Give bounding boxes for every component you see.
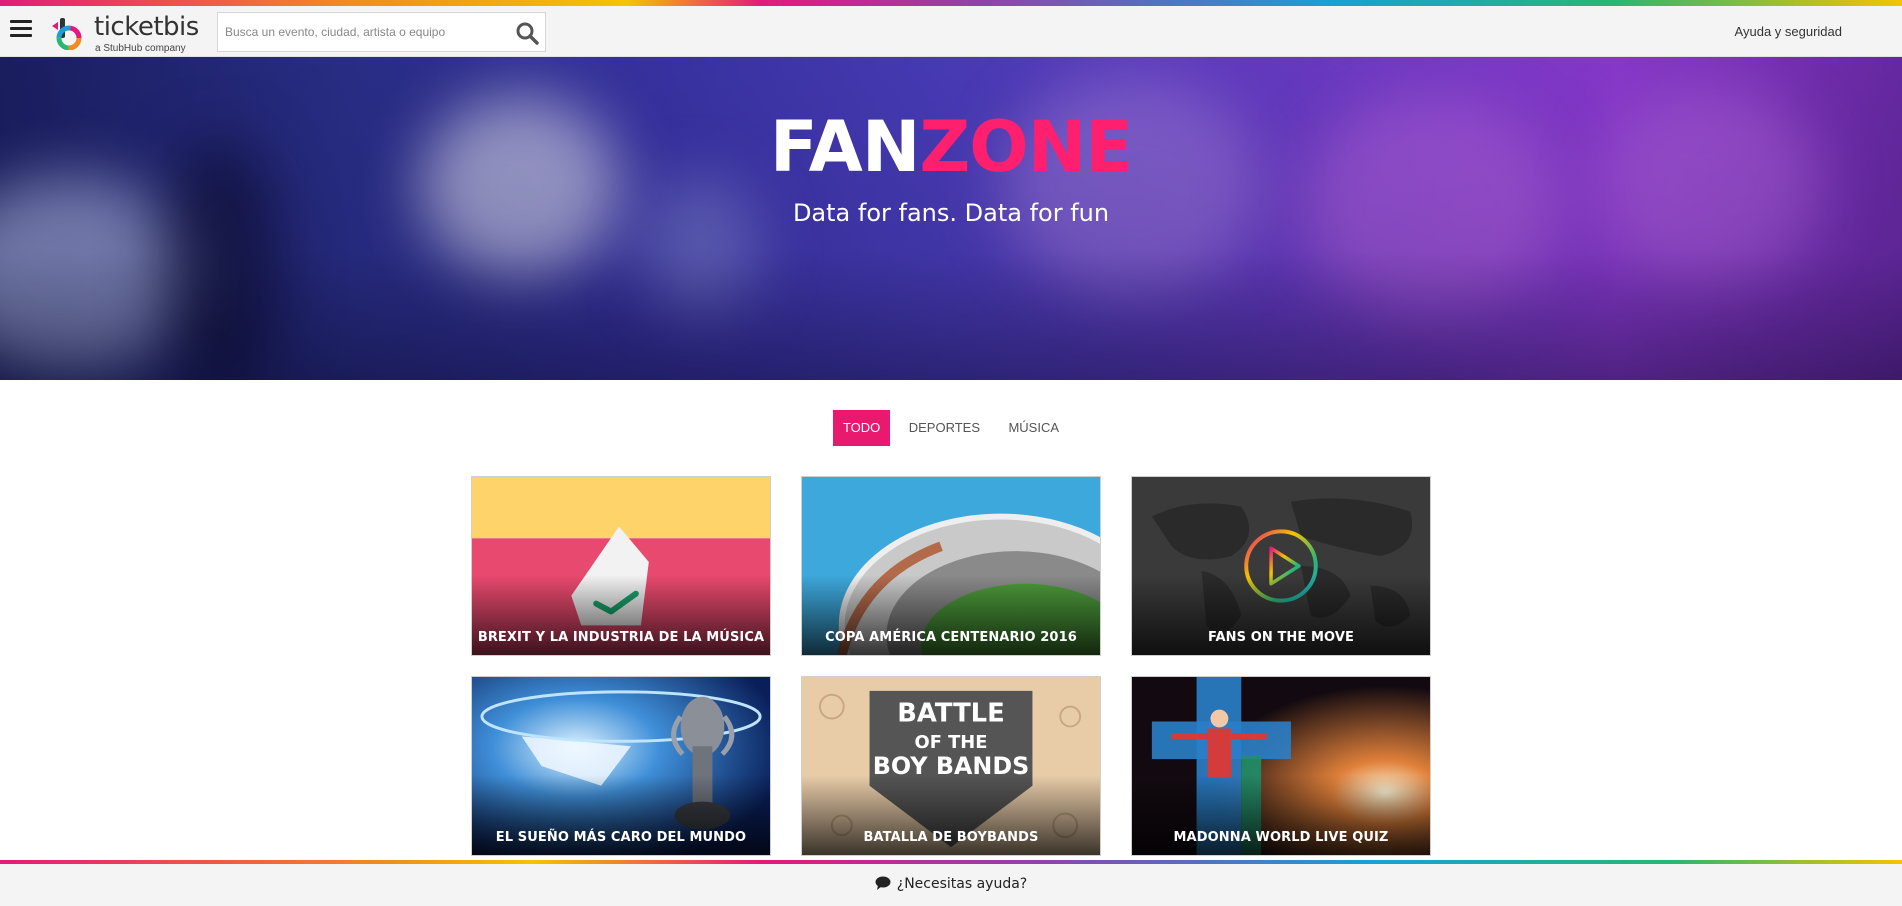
search-input[interactable] bbox=[218, 13, 508, 51]
card-title: EL SUEÑO MÁS CARO DEL MUNDO bbox=[495, 830, 747, 845]
card-title: BREXIT Y LA INDUSTRIA DE LA MÚSICA bbox=[477, 630, 765, 645]
ticketbis-logo-icon bbox=[52, 18, 82, 50]
article-card-el-sueno[interactable]: EL SUEÑO MÁS CARO DEL MUNDO bbox=[471, 676, 771, 856]
tab-musica[interactable]: MÚSICA bbox=[998, 410, 1069, 446]
card-title: COPA AMÉRICA CENTENARIO 2016 bbox=[825, 630, 1077, 645]
card-title: BATALLA DE BOYBANDS bbox=[863, 830, 1039, 845]
need-help-label: ¿Necesitas ayuda? bbox=[896, 876, 1028, 892]
search-box bbox=[217, 12, 546, 52]
menu-icon[interactable] bbox=[10, 20, 32, 42]
help-bar: ¿Necesitas ayuda? bbox=[0, 864, 1902, 906]
brand-logo[interactable]: ticketbis a StubHub company bbox=[48, 12, 199, 54]
article-card-copa-america[interactable]: COPA AMÉRICA CENTENARIO 2016 bbox=[801, 476, 1101, 656]
search-icon[interactable] bbox=[515, 21, 539, 45]
fanzone-title: FANZONE bbox=[0, 112, 1902, 182]
fanzone-title-zone: ZONE bbox=[919, 106, 1133, 188]
article-card-brexit[interactable]: BREXIT Y LA INDUSTRIA DE LA MÚSICA bbox=[471, 476, 771, 656]
fanzone-title-fan: FAN bbox=[769, 106, 921, 188]
tab-todo[interactable]: TODO bbox=[832, 410, 891, 446]
category-filter-tabs: TODO DEPORTES MÚSICA bbox=[0, 410, 1902, 446]
card-title: MADONNA WORLD LIVE QUIZ bbox=[1173, 830, 1389, 845]
fanzone-hero-banner: FANZONE Data for fans. Data for fun bbox=[0, 57, 1902, 380]
need-help-button[interactable]: ¿Necesitas ayuda? bbox=[875, 876, 1027, 892]
badge-line-1: BATTLE bbox=[897, 699, 1005, 729]
brand-name: ticketbis bbox=[94, 12, 199, 42]
badge-line-2: OF THE bbox=[915, 732, 988, 753]
article-card-fans-on-the-move[interactable]: FANS ON THE MOVE bbox=[1131, 476, 1431, 656]
article-card-boybands[interactable]: BATTLE OF THE BOY BANDS BATALLA DE BOYBA… bbox=[801, 676, 1101, 856]
tab-deportes[interactable]: DEPORTES bbox=[899, 410, 990, 446]
fanzone-subtitle: Data for fans. Data for fun bbox=[792, 199, 1110, 227]
chat-bubble-icon bbox=[875, 876, 891, 890]
top-header: ticketbis a StubHub company Ayuda y segu… bbox=[0, 6, 1902, 57]
brand-subtitle: a StubHub company bbox=[95, 43, 186, 54]
help-security-link[interactable]: Ayuda y seguridad bbox=[1735, 24, 1842, 39]
article-card-madonna[interactable]: MADONNA WORLD LIVE QUIZ bbox=[1131, 676, 1431, 856]
card-title: FANS ON THE MOVE bbox=[1207, 630, 1354, 645]
